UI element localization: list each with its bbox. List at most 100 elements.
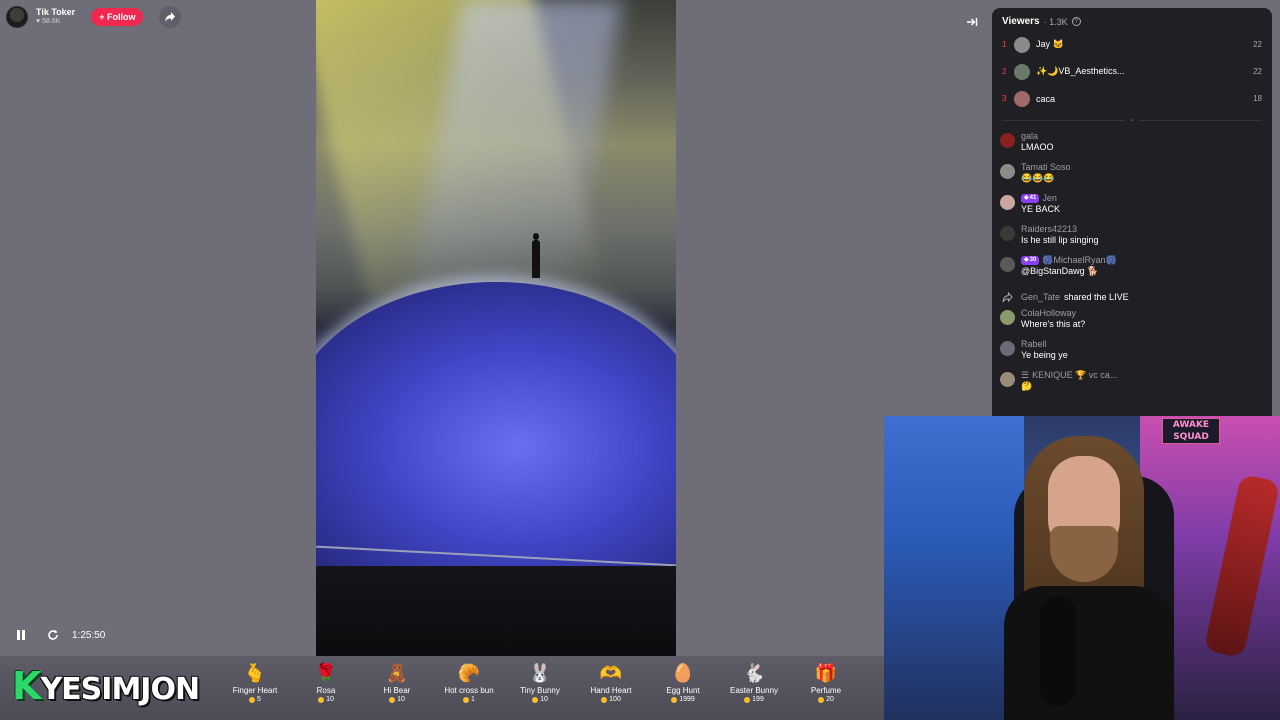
gift-price: 5 xyxy=(249,696,261,703)
viewer-score: 18 xyxy=(1253,94,1262,103)
chat-message[interactable]: ☰ KENIQUE 🏆 vc ca... 🤔 xyxy=(992,370,1272,401)
channel-logo: KYESIMJON xyxy=(12,664,200,708)
chat-username: Rabell xyxy=(1021,339,1047,349)
avatar xyxy=(1000,133,1015,148)
gift-item[interactable]: 🐰 Tiny Bunny 10 xyxy=(505,662,575,703)
bun-icon: 🥐 xyxy=(457,663,481,683)
avatar xyxy=(1000,310,1015,325)
bear-icon: 🧸 xyxy=(385,663,409,683)
refresh-icon[interactable] xyxy=(46,628,60,642)
host-likes-count: 58.6K xyxy=(42,18,61,26)
avatar xyxy=(1014,63,1030,80)
chat-username: gala xyxy=(1021,131,1039,141)
gift-price: 10 xyxy=(318,696,334,703)
chat-username: 🎆MichaelRyan🎆 xyxy=(1042,255,1117,265)
viewer-name: Jay 🐱 xyxy=(1036,39,1064,49)
chat-message[interactable]: Tamati Soso 😂😂😂 xyxy=(992,162,1272,193)
gift-price: 1999 xyxy=(671,696,695,703)
logo-initial: K xyxy=(12,664,41,708)
viewer-rank: 2 xyxy=(1002,67,1007,76)
chat-message[interactable]: ◆ 41 Jen YE BACK xyxy=(992,193,1272,224)
microphone xyxy=(1040,596,1076,706)
gift-price: 10 xyxy=(389,696,405,703)
gift-item[interactable]: 🫶 Hand Heart 100 xyxy=(576,662,646,703)
gift-price: 20 xyxy=(818,696,834,703)
chat-username: Raiders42213 xyxy=(1021,224,1078,234)
top-viewer-row[interactable]: 1 Jay 🐱 22 xyxy=(992,31,1272,58)
coin-icon xyxy=(249,696,256,703)
gift-item[interactable]: 🥚 Egg Hunt 1999 xyxy=(648,662,718,703)
gift-name: Finger Heart xyxy=(232,686,278,695)
gift-item[interactable]: 🥐 Hot cross bun 1 xyxy=(434,662,504,703)
chat-message[interactable]: Raiders42213 Is he still lip singing xyxy=(992,224,1272,255)
gift-price: 1 xyxy=(463,696,475,703)
finger-heart-icon: 🫰 xyxy=(243,663,267,683)
top-viewer-row[interactable]: 3 caca 18 xyxy=(992,85,1272,112)
chevron-down-icon[interactable]: ⌄ xyxy=(1125,115,1139,123)
chat-user-line: ☰ KENIQUE 🏆 vc ca... xyxy=(1021,370,1117,381)
gift-name: Rosa xyxy=(316,686,336,695)
diamond-icon: ◆ xyxy=(1024,256,1029,263)
host-likes: ♥ 58.6K xyxy=(36,18,75,26)
gift-name: Perfume xyxy=(810,686,842,695)
coin-icon xyxy=(318,696,325,703)
chat-text: Is he still lip singing xyxy=(1021,235,1099,246)
coin-icon xyxy=(463,696,470,703)
coin-icon xyxy=(744,696,751,703)
wall-sign: AWAKE SQUAD xyxy=(1162,418,1220,444)
arrow-right-bar-icon xyxy=(967,18,978,26)
gift-item[interactable]: 🫰 Finger Heart 5 xyxy=(220,662,290,703)
viewer-count: · 1.3K xyxy=(1043,16,1068,27)
player-controls: 1:25:50 xyxy=(14,628,105,642)
share-arrow-icon xyxy=(165,12,176,22)
gift-item[interactable]: 🎁 Perfume 20 xyxy=(791,662,861,703)
chat-username: Tamati Soso xyxy=(1021,162,1071,172)
bunny-icon: 🐰 xyxy=(528,663,552,683)
gift-item[interactable]: 🐇 Easter Bunny 199 xyxy=(719,662,789,703)
live-video[interactable] xyxy=(316,0,676,656)
chat-message[interactable]: ColaHolloway Where's this at? xyxy=(992,308,1272,339)
host-meta: Tik Toker ♥ 58.6K xyxy=(36,7,75,26)
chat-message[interactable]: Rabell Ye being ye xyxy=(992,339,1272,370)
gift-item[interactable]: 🌹 Rosa 10 xyxy=(291,662,361,703)
avatar xyxy=(1000,164,1015,179)
menu-icon: ☰ xyxy=(1021,370,1030,380)
share-button[interactable] xyxy=(159,6,182,28)
chat-message[interactable]: ◆ 30 🎆MichaelRyan🎆 @BigStanDawg 🐕 xyxy=(992,255,1272,286)
event-text: shared the LIVE xyxy=(1064,292,1129,302)
coin-icon xyxy=(601,696,608,703)
chat-text: @BigStanDawg 🐕 xyxy=(1021,266,1099,277)
chat-message[interactable]: gala LMAOO xyxy=(992,131,1272,162)
easter-bunny-icon: 🐇 xyxy=(742,663,766,683)
level-badge: ◆ 30 xyxy=(1021,255,1040,266)
panel-title: Viewers xyxy=(1002,16,1040,27)
viewer-name: ✨🌙VB_Aesthetics... xyxy=(1036,66,1125,76)
follow-button[interactable]: + Follow xyxy=(91,8,144,26)
gift-name: Hi Bear xyxy=(383,686,411,695)
gift-price: 199 xyxy=(744,696,764,703)
gift-name: Tiny Bunny xyxy=(520,686,560,695)
pause-icon[interactable] xyxy=(14,628,28,642)
event-username[interactable]: Gen_Tate xyxy=(1021,292,1060,302)
gift-name: Easter Bunny xyxy=(729,686,779,695)
heart-icon: ♥ xyxy=(36,18,41,26)
stage-dome xyxy=(316,282,676,582)
chat-user-line: ◆ 30 🎆MichaelRyan🎆 xyxy=(1021,255,1117,266)
perfume-icon: 🎁 xyxy=(814,663,838,683)
viewer-score: 22 xyxy=(1253,67,1262,76)
host-avatar[interactable] xyxy=(6,6,28,28)
host-name[interactable]: Tik Toker xyxy=(36,7,75,18)
gift-item[interactable]: 🧸 Hi Bear 10 xyxy=(362,662,432,703)
level-badge: ◆ 41 xyxy=(1021,193,1040,204)
chat-text: LMAOO xyxy=(1021,142,1054,153)
info-icon[interactable]: ? xyxy=(1071,17,1081,26)
collapse-panel-button[interactable] xyxy=(964,14,980,30)
chat-user-line: ◆ 41 Jen xyxy=(1021,193,1060,204)
divider: ⌄ xyxy=(1002,115,1262,123)
avatar xyxy=(1000,341,1015,356)
viewer-name: caca xyxy=(1036,93,1056,104)
gift-price: 100 xyxy=(601,696,621,703)
playback-timestamp: 1:25:50 xyxy=(72,629,106,641)
avatar xyxy=(1000,372,1015,387)
top-viewer-row[interactable]: 2 ✨🌙VB_Aesthetics... 22 xyxy=(992,58,1272,85)
